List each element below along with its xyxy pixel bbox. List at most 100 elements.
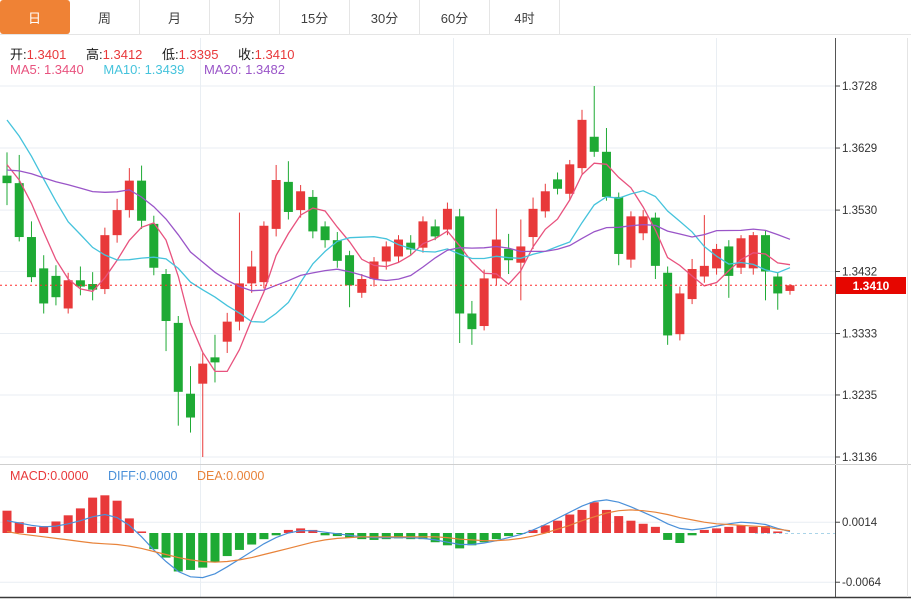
candle (663, 266, 672, 344)
tab-4hour[interactable]: 4时 (490, 0, 560, 34)
candle (761, 231, 770, 301)
macd-bar (210, 533, 219, 562)
macd-bar (272, 533, 281, 535)
macd-bar (235, 533, 244, 550)
macd-bar (773, 531, 782, 533)
candlestick-macd-chart[interactable]: 1.37281.36291.35301.34321.33331.32351.31… (0, 0, 911, 599)
macd-bar (688, 533, 697, 535)
high-label: 高: (86, 47, 103, 62)
ma5-label: MA5: (10, 62, 40, 77)
ma5-value: 1.3440 (44, 62, 84, 77)
candle (308, 190, 317, 238)
ma20-label: MA20: (204, 62, 242, 77)
tab-15min[interactable]: 15分 (280, 0, 350, 34)
macd-bar (174, 533, 183, 571)
candle (321, 221, 330, 247)
diff-value: 0.0000 (139, 469, 177, 483)
macd-bar (663, 533, 672, 540)
tab-monthly[interactable]: 月 (140, 0, 210, 34)
candle (773, 273, 782, 310)
macd-bar (223, 533, 232, 556)
macd-bar (651, 527, 660, 533)
candle (345, 251, 354, 307)
candle (553, 172, 562, 194)
close-label: 收: (238, 47, 255, 62)
candle (737, 235, 746, 274)
axis-layer: 1.37281.36291.35301.34321.33331.32351.31… (0, 38, 911, 598)
macd-layer (3, 495, 839, 577)
tab-60min[interactable]: 60分 (420, 0, 490, 34)
tab-daily[interactable]: 日 (0, 0, 70, 34)
candle (162, 269, 171, 351)
tab-5min[interactable]: 5分 (210, 0, 280, 34)
low-value: 1.3395 (179, 47, 219, 62)
macd-bar (137, 531, 146, 533)
price-axis-label: 1.3333 (842, 329, 877, 341)
candle (357, 274, 366, 298)
macd-bar (737, 525, 746, 533)
candle (39, 255, 48, 313)
grid-layer (0, 38, 835, 597)
diff-line (7, 500, 790, 578)
ohlc-readout: 开:1.3401 高:1.3412 低:1.3395 收:1.3410 (10, 44, 310, 63)
macd-bar (382, 533, 391, 539)
ma10-label: MA10: (103, 62, 141, 77)
candle (27, 221, 36, 282)
candle (516, 219, 525, 300)
trading-chart-app: 日 周 月 5分 15分 30分 60分 4时 开:1.3401 高:1.341… (0, 0, 911, 599)
macd-bar (504, 533, 513, 536)
macd-bar (198, 533, 207, 568)
ma20-line (7, 170, 790, 291)
candle (455, 209, 464, 343)
macd-value: 0.0000 (50, 469, 88, 483)
candle (272, 165, 281, 236)
open-label: 开: (10, 47, 27, 62)
candle (370, 257, 379, 286)
candle (284, 161, 293, 219)
candle (541, 184, 550, 218)
macd-bar (712, 528, 721, 533)
current-price-badge: 1.3410 (836, 277, 906, 294)
tab-weekly[interactable]: 周 (70, 0, 140, 34)
candle (88, 272, 97, 300)
ma10-line (7, 120, 790, 322)
candle (247, 251, 256, 293)
period-tabbar: 日 周 月 5分 15分 30分 60分 4时 (0, 0, 911, 35)
candle (259, 221, 268, 288)
macd-bar (700, 530, 709, 533)
macd-bar (492, 533, 501, 539)
macd-label: MACD: (10, 469, 50, 483)
macd-bar (247, 533, 256, 545)
macd-bar (455, 533, 464, 548)
macd-bar (186, 533, 195, 570)
macd-bar (51, 521, 60, 533)
low-label: 低: (162, 47, 179, 62)
open-value: 1.3401 (27, 47, 67, 62)
diff-label: DIFF: (108, 469, 139, 483)
candle (467, 301, 476, 345)
candle (394, 235, 403, 263)
candle (675, 287, 684, 341)
candle (712, 244, 721, 275)
macd-axis-label: 0.0014 (842, 517, 878, 529)
macd-bar (553, 521, 562, 533)
candle (333, 232, 342, 268)
macd-bar (443, 533, 452, 545)
ma5-line (7, 163, 790, 371)
candle (174, 316, 183, 426)
candle (626, 211, 635, 267)
candle (76, 266, 85, 295)
dea-label: DEA: (197, 469, 226, 483)
price-axis-label: 1.3629 (842, 143, 877, 155)
ma-readout: MA5: 1.3440 MA10: 1.3439 MA20: 1.3482 (10, 62, 301, 77)
macd-bar (27, 527, 36, 533)
candle (651, 213, 660, 279)
close-value: 1.3410 (255, 47, 295, 62)
ma10-value: 1.3439 (145, 62, 185, 77)
tab-30min[interactable]: 30分 (350, 0, 420, 34)
macd-bar (675, 533, 684, 543)
candle (198, 353, 207, 457)
price-axis-label: 1.3235 (842, 390, 877, 402)
macd-bar (321, 533, 330, 535)
price-axis-label: 1.3530 (842, 205, 877, 217)
